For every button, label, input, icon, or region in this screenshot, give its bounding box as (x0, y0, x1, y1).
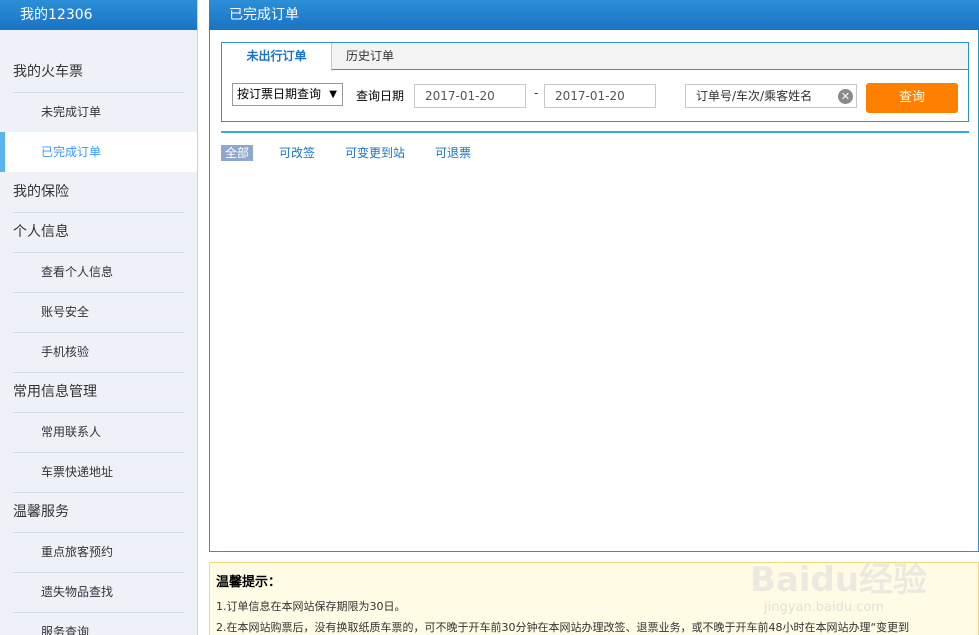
tab-upcoming-orders[interactable]: 未出行订单 (222, 43, 332, 71)
date-to-input[interactable]: 2017-01-20 (544, 84, 656, 108)
sidebar-section-services[interactable]: 温馨服务 (0, 492, 197, 532)
sidebar-menu: 我的火车票 未完成订单 已完成订单 我的保险 个人信息 查看个人信息 账号安全 … (0, 52, 197, 635)
sidebar-section-common-info[interactable]: 常用信息管理 (0, 372, 197, 412)
sidebar-item-view-personal-info[interactable]: 查看个人信息 (0, 252, 197, 292)
watermark-url: jingyan.baidu.com (764, 600, 884, 615)
query-form: 按订票日期查询 ▼ 查询日期 2017-01-20 - 2017-01-20 订… (232, 83, 958, 113)
sidebar-item-lost-items[interactable]: 遗失物品查找 (0, 572, 197, 612)
date-from-input[interactable]: 2017-01-20 (414, 84, 526, 108)
query-type-value: 按订票日期查询 (237, 87, 322, 101)
filter-all[interactable]: 全部 (221, 145, 254, 161)
page-title: 已完成订单 (209, 0, 979, 30)
divider (221, 131, 969, 133)
date-label: 查询日期 (356, 89, 405, 103)
sidebar-item-account-security[interactable]: 账号安全 (0, 292, 197, 332)
search-input[interactable]: 订单号/车次/乘客姓名 (685, 84, 857, 108)
query-type-select[interactable]: 按订票日期查询 ▼ (232, 83, 343, 106)
sidebar-item-contacts[interactable]: 常用联系人 (0, 412, 197, 452)
query-box: 未出行订单 历史订单 按订票日期查询 ▼ 查询日期 2017-01-20 - 2… (221, 42, 969, 122)
date-separator: - (534, 86, 539, 100)
sidebar-item-phone-verify[interactable]: 手机核验 (0, 332, 197, 372)
sidebar-item-service-query[interactable]: 服务查询 (0, 612, 197, 635)
main-panel: 已完成订单 未出行订单 历史订单 按订票日期查询 ▼ 查询日期 2017-01-… (209, 0, 979, 552)
sidebar-title: 我的12306 (0, 0, 197, 30)
sidebar-section-personal-info[interactable]: 个人信息 (0, 212, 197, 252)
sidebar: 我的12306 我的火车票 未完成订单 已完成订单 我的保险 个人信息 查看个人… (0, 0, 198, 635)
sidebar-section-my-tickets[interactable]: 我的火车票 (0, 52, 197, 92)
sidebar-item-completed-orders[interactable]: 已完成订单 (0, 132, 197, 172)
watermark-logo: Baidu经验 (750, 560, 928, 600)
baidu-jingyan-watermark: Baidu经验 jingyan.baidu.com (750, 530, 950, 630)
sidebar-item-unfinished-orders[interactable]: 未完成订单 (0, 92, 197, 132)
sidebar-item-delivery-address[interactable]: 车票快递地址 (0, 452, 197, 492)
sidebar-item-priority-passenger[interactable]: 重点旅客预约 (0, 532, 197, 572)
filter-change-destination[interactable]: 可变更到站 (345, 145, 405, 161)
filter-refundable[interactable]: 可退票 (435, 145, 471, 161)
clear-icon[interactable]: ✕ (838, 89, 853, 104)
sidebar-section-insurance[interactable]: 我的保险 (0, 172, 197, 212)
filter-changeable[interactable]: 可改签 (279, 145, 315, 161)
tab-history-orders[interactable]: 历史订单 (335, 43, 405, 71)
query-button[interactable]: 查询 (866, 83, 958, 113)
dropdown-arrow-icon: ▼ (329, 89, 337, 100)
order-tabs: 未出行订单 历史订单 (222, 43, 968, 71)
